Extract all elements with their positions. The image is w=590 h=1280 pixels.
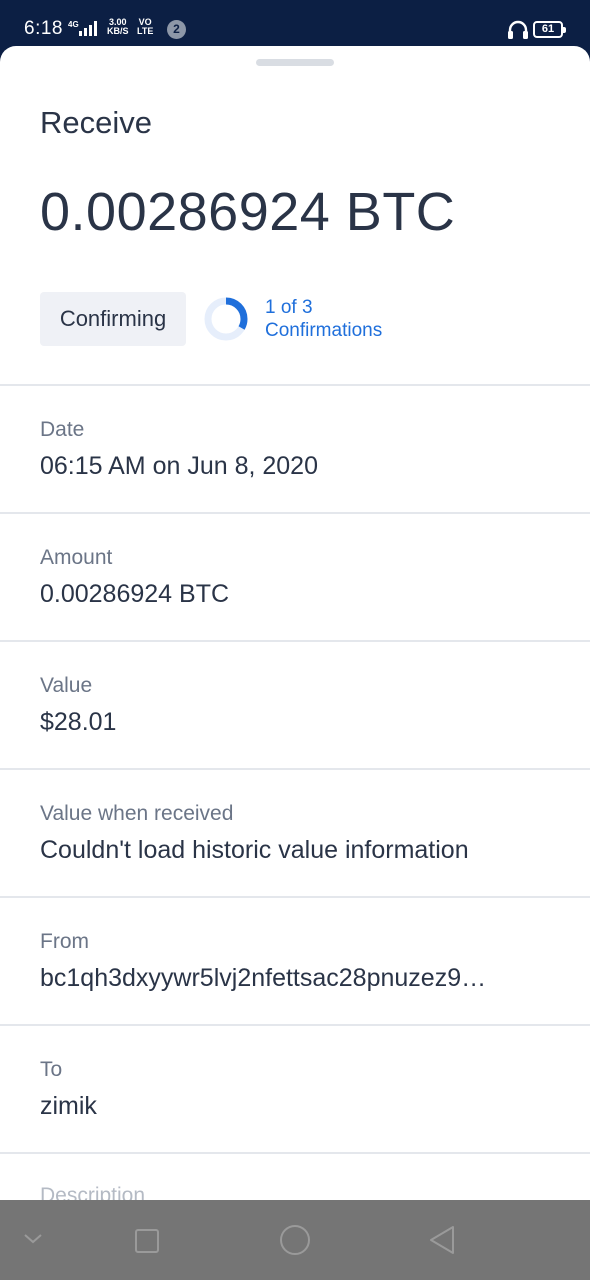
transaction-detail-sheet: Receive 0.00286924 BTC Confirming 1 of 3… <box>0 46 590 1200</box>
square-icon[interactable] <box>134 1228 160 1254</box>
divider <box>0 512 590 514</box>
amount-label: Amount <box>40 546 113 569</box>
historic-value-label: Value when received <box>40 802 234 825</box>
network-type-label: 4G <box>68 20 79 29</box>
triangle-back-icon[interactable] <box>428 1225 456 1255</box>
divider <box>0 1152 590 1154</box>
amount-heading: 0.00286924 BTC <box>40 182 456 242</box>
headphones-icon <box>508 20 528 39</box>
network-speed-unit: KB/S <box>107 26 129 36</box>
historic-value-value: Couldn't load historic value information <box>40 836 469 864</box>
drag-handle[interactable] <box>256 59 334 66</box>
value-label: Value <box>40 674 93 697</box>
status-badge: Confirming <box>40 292 186 346</box>
divider <box>0 384 590 386</box>
battery-icon: 61 <box>533 21 566 38</box>
notification-badge: 2 <box>167 20 186 39</box>
date-value: 06:15 AM on Jun 8, 2020 <box>40 452 318 480</box>
progress-ring-icon <box>204 297 248 341</box>
from-label: From <box>40 930 89 953</box>
divider <box>0 1024 590 1026</box>
volte-indicator: VO LTE <box>137 18 153 36</box>
divider <box>0 896 590 898</box>
network-speed: 3.00 KB/S <box>107 18 129 36</box>
to-value[interactable]: zimik <box>40 1092 552 1121</box>
volte-bottom: LTE <box>137 26 154 36</box>
confirmation-count-text: 1 of 3 <box>265 297 313 318</box>
date-label: Date <box>40 418 85 441</box>
amount-value: 0.00286924 BTC <box>40 580 230 608</box>
status-time: 6:18 <box>24 18 63 39</box>
confirmation-label: Confirmations <box>265 320 383 341</box>
page-title: Receive <box>40 105 152 140</box>
description-label: Description <box>40 1184 146 1200</box>
confirmation-count: 1 of 3 Confirmations <box>265 296 382 342</box>
divider <box>0 640 590 642</box>
circle-icon[interactable] <box>279 1224 311 1256</box>
chevron-down-icon[interactable] <box>22 1232 44 1246</box>
divider <box>0 768 590 770</box>
status-bar: 6:18 4G 3.00 KB/S VO LTE 2 61 <box>0 0 590 46</box>
navigation-bar <box>0 1200 590 1280</box>
to-label: To <box>40 1058 63 1081</box>
from-address[interactable]: bc1qh3dxyywr5lvj2nfettsac28pnuzez9… <box>40 964 552 993</box>
value-value: $28.01 <box>40 708 117 736</box>
signal-bars-icon: 4G <box>68 20 97 36</box>
